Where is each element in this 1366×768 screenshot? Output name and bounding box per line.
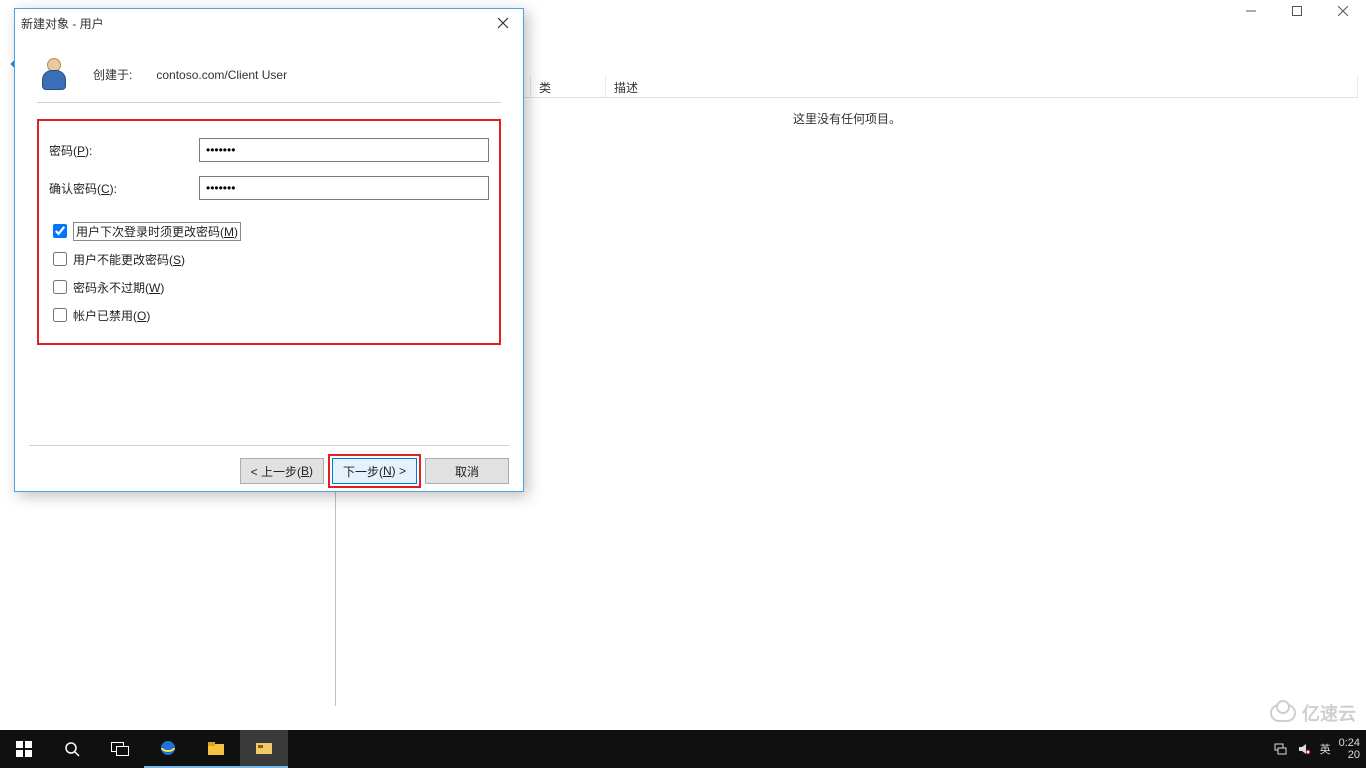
start-button[interactable] <box>0 730 48 768</box>
create-in-label: 创建于: <box>93 66 132 83</box>
confirm-password-input[interactable] <box>199 176 489 200</box>
password-input[interactable] <box>199 138 489 162</box>
password-never-expires-checkbox[interactable] <box>53 280 67 294</box>
taskbar-mmc[interactable] <box>240 730 288 768</box>
close-button[interactable] <box>1320 0 1366 22</box>
search-button[interactable] <box>48 730 96 768</box>
cannot-change-password-row: 用户不能更改密码(S) <box>49 245 489 273</box>
confirm-password-label: 确认密码(C): <box>49 180 199 197</box>
user-icon <box>37 56 75 94</box>
must-change-password-label: 用户下次登录时须更改密码(M) <box>73 222 241 241</box>
password-never-expires-row: 密码永不过期(W) <box>49 273 489 301</box>
taskbar-ie[interactable] <box>144 730 192 768</box>
network-icon[interactable] <box>1272 741 1288 757</box>
maximize-button[interactable] <box>1274 0 1320 22</box>
annotation-highlight-box: 密码(P): 确认密码(C): 用户下次登录时须更改密码(M) <box>37 119 501 345</box>
password-row: 密码(P): <box>49 131 489 169</box>
ime-indicator[interactable]: 英 <box>1320 741 1331 757</box>
account-disabled-label: 帐户已禁用(O) <box>73 307 150 324</box>
next-button[interactable]: 下一步(N) > <box>332 458 417 484</box>
cloud-icon <box>1270 704 1296 722</box>
clock[interactable]: 0:24 20 <box>1339 737 1360 761</box>
task-view-button[interactable] <box>96 730 144 768</box>
dialog-body: 创建于: contoso.com/Client User 密码(P): 确认密码… <box>29 53 509 437</box>
window-controls <box>1228 0 1366 22</box>
account-disabled-checkbox[interactable] <box>53 308 67 322</box>
cancel-button[interactable]: 取消 <box>425 458 509 484</box>
create-in-row: 创建于: contoso.com/Client User <box>37 53 501 103</box>
back-button[interactable]: < 上一步(B) <box>240 458 324 484</box>
dialog-title: 新建对象 - 用户 <box>15 9 523 37</box>
dialog-button-row: < 上一步(B) 下一步(N) > 取消 <box>29 445 509 477</box>
must-change-password-row: 用户下次登录时须更改密码(M) <box>49 217 489 245</box>
create-in-path: contoso.com/Client User <box>156 68 287 82</box>
must-change-password-checkbox[interactable] <box>53 224 67 238</box>
password-never-expires-label: 密码永不过期(W) <box>73 279 164 296</box>
watermark: 亿速云 <box>1270 700 1356 726</box>
cannot-change-password-label: 用户不能更改密码(S) <box>73 251 185 268</box>
password-label: 密码(P): <box>49 142 199 159</box>
taskbar-explorer[interactable] <box>192 730 240 768</box>
cannot-change-password-checkbox[interactable] <box>53 252 67 266</box>
volume-icon[interactable] <box>1296 741 1312 757</box>
account-disabled-row: 帐户已禁用(O) <box>49 301 489 329</box>
column-description[interactable]: 描述 <box>606 76 1358 97</box>
taskbar: 英 0:24 20 <box>0 730 1366 768</box>
minimize-button[interactable] <box>1228 0 1274 22</box>
system-tray: 英 0:24 20 <box>1272 730 1360 768</box>
confirm-password-row: 确认密码(C): <box>49 169 489 207</box>
dialog-close-button[interactable] <box>487 13 519 33</box>
new-user-dialog: 新建对象 - 用户 创建于: contoso.com/Client User 密… <box>14 8 524 492</box>
column-type[interactable]: 类 <box>531 76 606 97</box>
